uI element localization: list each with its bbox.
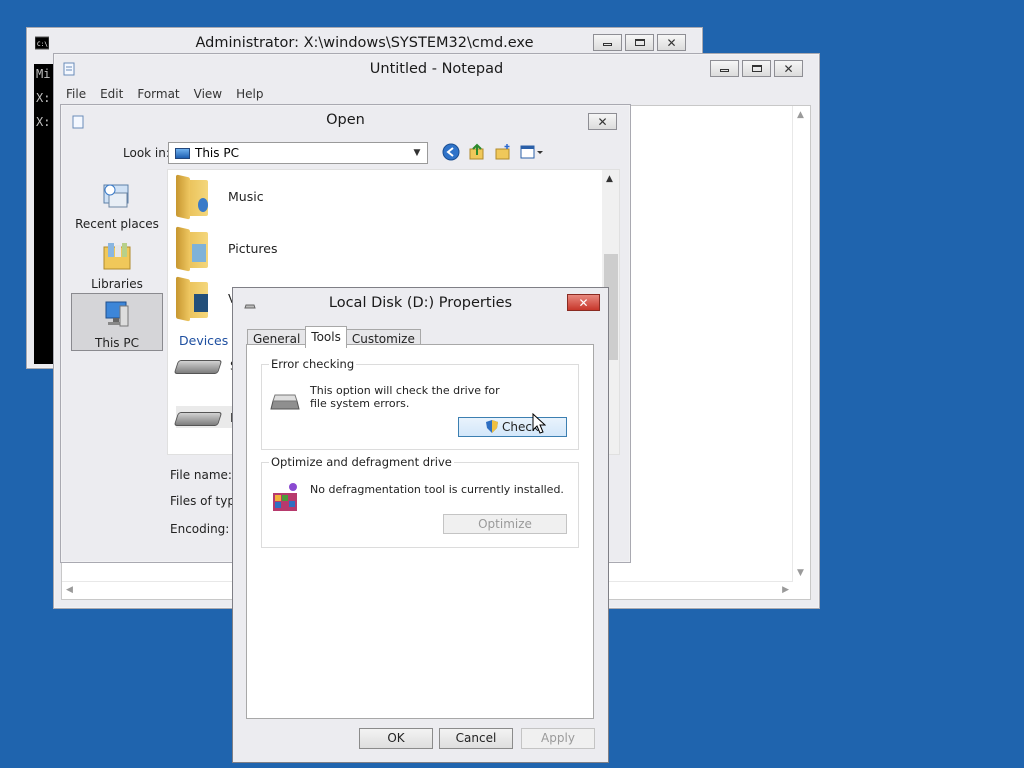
menu-file[interactable]: File: [54, 84, 93, 104]
chevron-down-icon[interactable]: ▼: [409, 145, 425, 161]
minimize-icon: [720, 69, 729, 72]
file-name-label: File name:: [170, 468, 232, 482]
mouse-pointer-icon: [532, 413, 546, 434]
close-icon: ✕: [666, 35, 677, 50]
tools-tab-page: Error checking This option will check th…: [246, 344, 594, 719]
hard-drive-icon: [270, 394, 300, 410]
vertical-scrollbar[interactable]: ▲ ▼: [792, 106, 810, 582]
place-label: This PC: [95, 336, 139, 350]
notepad-menubar: File Edit Format View Help: [54, 84, 819, 104]
drive-item[interactable]: L: [173, 406, 237, 428]
check-button[interactable]: Check: [458, 417, 567, 437]
view-menu-icon[interactable]: [520, 143, 544, 161]
notepad-titlebar[interactable]: Untitled - Notepad: [54, 54, 819, 84]
close-button[interactable]: ✕: [567, 294, 600, 311]
open-toolbar: [442, 143, 544, 161]
back-icon[interactable]: [442, 143, 460, 161]
optimize-group: Optimize and defragment drive No defragm…: [261, 455, 579, 548]
music-folder-icon: [176, 174, 210, 220]
look-in-value: This PC: [195, 146, 239, 160]
folder-videos[interactable]: V: [176, 276, 237, 322]
menu-help[interactable]: Help: [229, 84, 270, 104]
notepad-title: Untitled - Notepad: [369, 61, 504, 77]
libraries-icon: [103, 243, 131, 270]
close-button[interactable]: ✕: [774, 60, 803, 77]
look-in-label: Look in:: [123, 146, 170, 160]
properties-titlebar[interactable]: Local Disk (D:) Properties: [233, 288, 608, 318]
scroll-left-icon[interactable]: ◀: [66, 585, 73, 595]
close-icon: ✕: [783, 61, 794, 76]
file-name: Music: [228, 188, 264, 204]
place-libraries[interactable]: Libraries: [71, 235, 163, 293]
this-pc-icon: [105, 301, 129, 327]
tab-tools[interactable]: Tools: [305, 326, 347, 348]
recent-places-icon: [103, 184, 129, 208]
open-window-controls: ✕: [588, 113, 617, 130]
maximize-icon: [751, 65, 762, 72]
place-label: Libraries: [91, 277, 143, 291]
svg-text:C:\: C:\: [37, 41, 48, 48]
scroll-up-icon[interactable]: ▲: [606, 174, 613, 184]
notepad-window-controls: ✕: [710, 60, 803, 77]
close-icon: ✕: [597, 114, 608, 129]
maximize-icon: [634, 39, 645, 46]
open-title: Open: [326, 112, 365, 128]
drive-item[interactable]: S: [173, 354, 238, 376]
look-in-dropdown[interactable]: This PC ▼: [168, 142, 428, 164]
place-recent-places[interactable]: Recent places: [71, 175, 163, 233]
drive-app-icon: [244, 304, 256, 309]
minimize-icon: [603, 43, 612, 46]
hard-drive-icon: [173, 354, 223, 376]
folder-music[interactable]: Music: [176, 174, 264, 220]
cancel-button[interactable]: Cancel: [439, 728, 513, 749]
minimize-button[interactable]: [593, 34, 622, 51]
menu-view[interactable]: View: [187, 84, 229, 104]
apply-button[interactable]: Apply: [521, 728, 595, 749]
scroll-down-icon[interactable]: ▼: [797, 568, 804, 578]
notepad-app-icon: [63, 62, 75, 76]
open-titlebar[interactable]: Open: [61, 105, 630, 135]
maximize-button[interactable]: [742, 60, 771, 77]
error-checking-description: This option will check the drive for fil…: [310, 384, 500, 410]
optimize-description: No defragmentation tool is currently ins…: [310, 483, 564, 496]
close-button[interactable]: ✕: [588, 113, 617, 130]
notepad-app-icon: [72, 115, 84, 129]
minimize-button[interactable]: [710, 60, 739, 77]
close-icon: ✕: [578, 295, 589, 310]
new-folder-icon[interactable]: [494, 143, 512, 161]
folder-pictures[interactable]: Pictures: [176, 226, 278, 272]
pictures-folder-icon: [176, 226, 210, 272]
close-button[interactable]: ✕: [657, 34, 686, 51]
cmd-window-controls: ✕: [593, 34, 686, 51]
uac-shield-icon: [486, 420, 499, 433]
cmd-title: Administrator: X:\windows\SYSTEM32\cmd.e…: [195, 35, 534, 51]
ok-button[interactable]: OK: [359, 728, 433, 749]
place-this-pc[interactable]: This PC: [71, 293, 163, 351]
videos-folder-icon: [176, 276, 210, 322]
maximize-button[interactable]: [625, 34, 654, 51]
place-label: Recent places: [75, 217, 159, 231]
menu-edit[interactable]: Edit: [93, 84, 130, 104]
properties-title: Local Disk (D:) Properties: [328, 295, 513, 311]
encoding-label: Encoding:: [170, 522, 230, 536]
group-title: Error checking: [269, 357, 357, 371]
hard-drive-icon: [173, 406, 223, 428]
scroll-right-icon[interactable]: ▶: [782, 585, 789, 595]
properties-window-controls: ✕: [567, 294, 600, 311]
menu-format[interactable]: Format: [130, 84, 186, 104]
drive-properties-dialog: Local Disk (D:) Properties ✕ General Too…: [232, 287, 609, 763]
places-bar: Recent places Libraries This PC: [71, 169, 163, 459]
group-title: Optimize and defragment drive: [269, 455, 454, 469]
optimize-button[interactable]: Optimize: [443, 514, 567, 534]
this-pc-icon: [175, 147, 190, 159]
scroll-up-icon[interactable]: ▲: [797, 110, 804, 120]
up-folder-icon[interactable]: [468, 143, 486, 161]
defragment-icon: [273, 483, 297, 511]
error-checking-group: Error checking This option will check th…: [261, 357, 579, 450]
file-name: Pictures: [228, 240, 278, 256]
cmd-app-icon: C:\: [35, 36, 49, 50]
